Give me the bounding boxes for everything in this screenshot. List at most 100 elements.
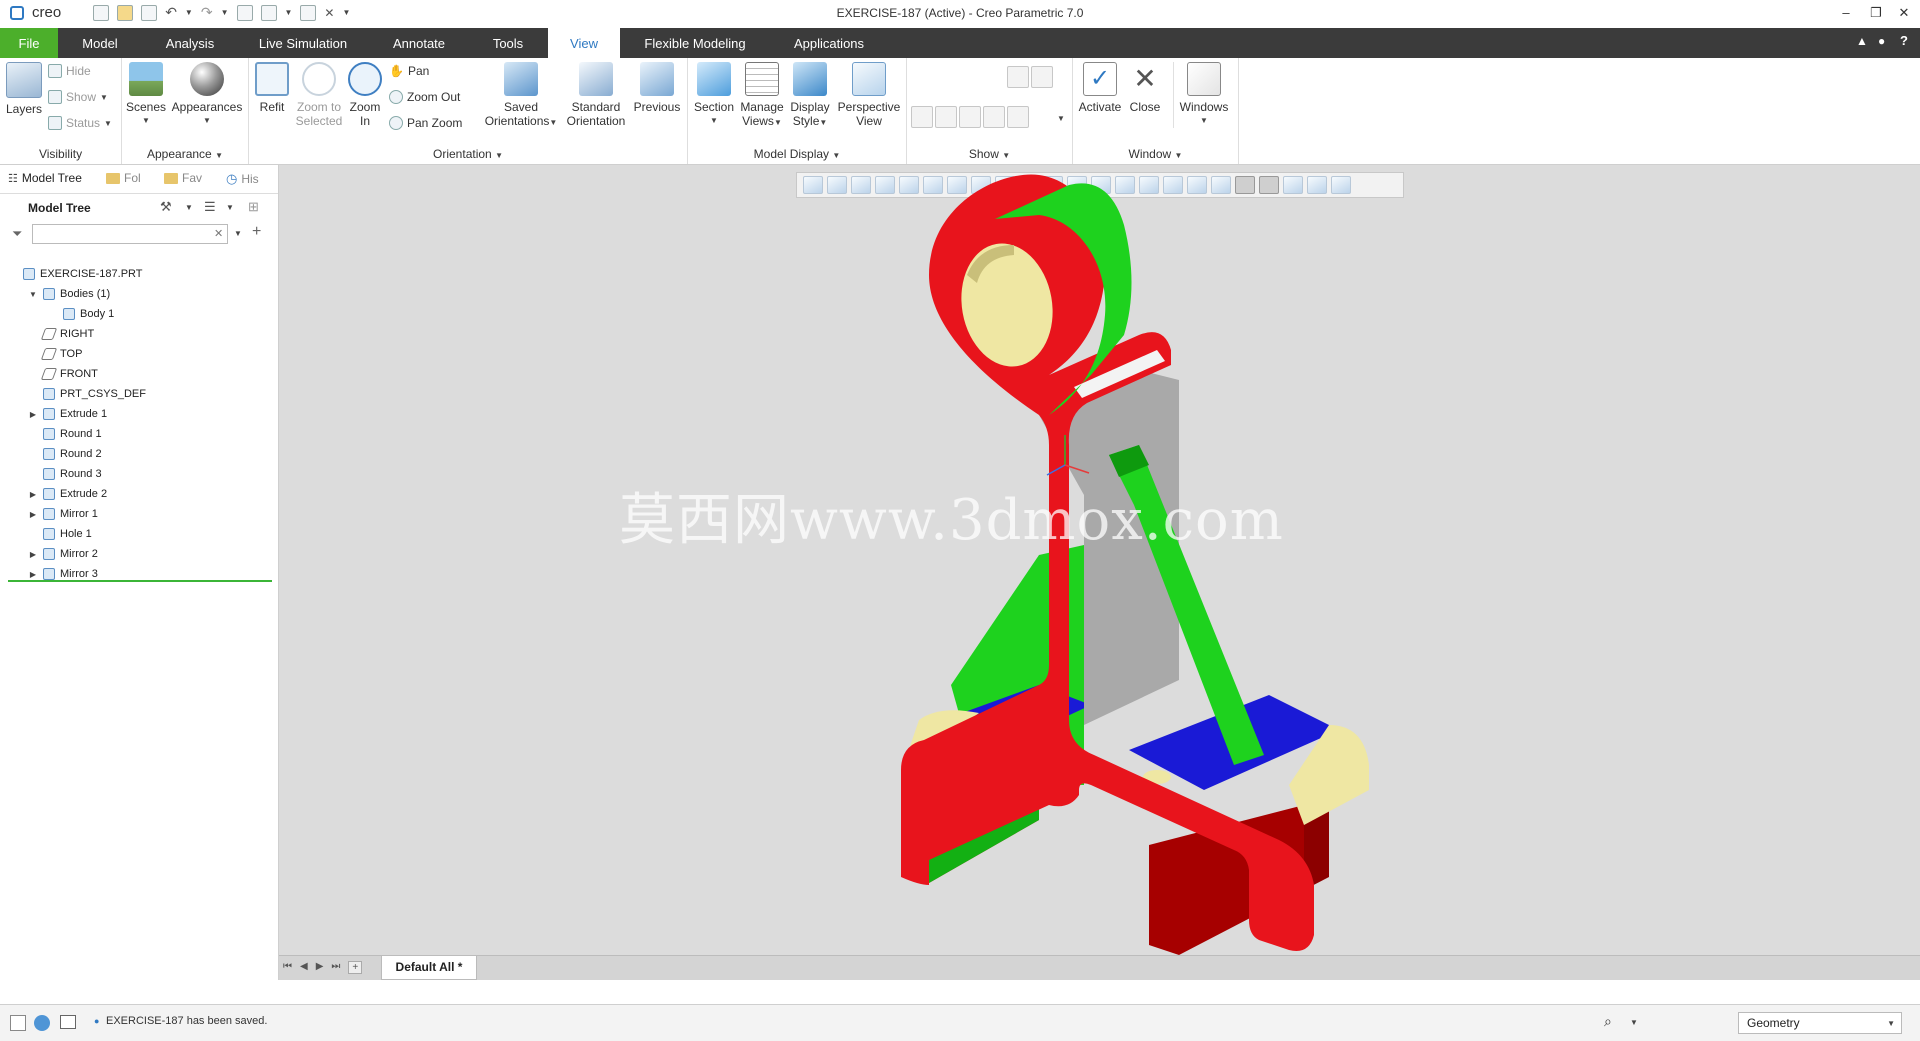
tree-item[interactable]: ▼ Bodies (1)	[28, 285, 110, 303]
show-button[interactable]: Show ▼	[48, 90, 108, 104]
tab-folder-browser[interactable]: Fol	[106, 171, 141, 185]
tree-item[interactable]: ▶ Mirror 1	[28, 505, 98, 523]
tree-item[interactable]: Body 1	[48, 305, 114, 323]
tree-item[interactable]: EXERCISE-187.PRT	[8, 265, 143, 283]
appearances-button[interactable]: Appearances ▼	[170, 62, 244, 128]
tab-live-simulation[interactable]: Live Simulation	[246, 28, 360, 58]
selection-filter-select[interactable]: Geometry ▼	[1738, 1012, 1902, 1034]
saved-orientations-button[interactable]: Saved Orientations▼	[481, 62, 561, 130]
add-tab-icon[interactable]: +	[348, 961, 363, 974]
next-tab-icon[interactable]: ▶	[316, 961, 324, 974]
datum-display-filter-icon[interactable]	[1031, 106, 1053, 128]
tab-flexible-modeling[interactable]: Flexible Modeling	[634, 28, 756, 58]
pan-button[interactable]: ✋ Pan	[389, 64, 429, 78]
windows-icon[interactable]	[260, 4, 277, 21]
group-label-appearance[interactable]: Appearance ▼	[122, 147, 248, 161]
tab-applications[interactable]: Applications	[778, 28, 880, 58]
group-label-orientation[interactable]: Orientation ▼	[249, 147, 687, 161]
windows-dropdown-icon[interactable]: ▼	[285, 8, 293, 17]
expand-icon[interactable]: ▶	[28, 510, 38, 519]
expand-icon[interactable]: ▶	[28, 550, 38, 559]
minimize-icon[interactable]: –	[1836, 5, 1856, 20]
tab-model[interactable]: Model	[66, 28, 134, 58]
switch-window-icon[interactable]	[300, 4, 317, 21]
tree-item[interactable]: Round 1	[28, 425, 102, 443]
perspective-view-button[interactable]: Perspective View	[834, 62, 904, 128]
axis-tag-display-icon[interactable]	[935, 106, 957, 128]
tree-item[interactable]: ▶ Extrude 2	[28, 485, 107, 503]
restore-icon[interactable]: ❐	[1866, 5, 1886, 21]
tab-tools[interactable]: Tools	[478, 28, 538, 58]
tree-search-input[interactable]	[32, 224, 228, 244]
status-button[interactable]: Status ▼	[48, 116, 112, 130]
tab-favorites[interactable]: Fav	[164, 171, 202, 185]
tree-item[interactable]: ▶ Extrude 1	[28, 405, 107, 423]
tree-item[interactable]: ▶ Mirror 2	[28, 545, 98, 563]
previous-button[interactable]: Previous	[631, 62, 683, 114]
clear-search-icon[interactable]: ✕	[214, 227, 223, 240]
tab-history[interactable]: ◷ His	[226, 171, 259, 187]
refit-button[interactable]: Refit	[253, 62, 291, 114]
graphics-window[interactable]: 莫西网www.3dmox.com ⏮ ◀ ▶ ⏭ + Default All *	[279, 165, 1920, 980]
close-button[interactable]: ✕ Close	[1125, 62, 1165, 114]
csys-tag-display-icon[interactable]	[983, 106, 1005, 128]
tab-annotate[interactable]: Annotate	[378, 28, 460, 58]
redo-icon[interactable]: ↷	[201, 4, 213, 21]
windows-button[interactable]: Windows ▼	[1173, 62, 1234, 128]
tree-item[interactable]: RIGHT	[28, 325, 94, 343]
regenerate-icon[interactable]	[236, 4, 253, 21]
manage-views-button[interactable]: Manage Views▼	[738, 62, 786, 130]
tree-columns-icon[interactable]: ⊞	[248, 199, 259, 215]
find-binoculars-icon[interactable]: ⌕	[1604, 1013, 1612, 1030]
point-tag-display-icon[interactable]	[1031, 66, 1053, 88]
tree-settings-icon[interactable]: ⚒	[160, 199, 172, 215]
show-dropdown-icon[interactable]: ▼	[1057, 114, 1065, 123]
csys-display-icon[interactable]	[983, 66, 1005, 88]
scenes-button[interactable]: Scenes ▼	[126, 62, 166, 128]
tree-item[interactable]: PRT_CSYS_DEF	[28, 385, 146, 403]
save-icon[interactable]	[141, 4, 158, 21]
expand-icon[interactable]: ▶	[28, 410, 38, 419]
expand-icon[interactable]: ▶	[28, 490, 38, 499]
tree-item[interactable]: Round 2	[28, 445, 102, 463]
axis-display-icon[interactable]	[935, 66, 957, 88]
standard-orientation-button[interactable]: Standard Orientation	[561, 62, 631, 128]
first-tab-icon[interactable]: ⏮	[283, 961, 292, 974]
last-tab-icon[interactable]: ⏭	[331, 961, 340, 974]
plane-display-icon[interactable]	[911, 66, 933, 88]
filter-icon[interactable]: ⏷	[12, 226, 22, 242]
undo-icon[interactable]: ↶	[165, 4, 177, 21]
fullscreen-icon[interactable]	[60, 1015, 76, 1029]
previous-tab-icon[interactable]: ◀	[300, 961, 308, 974]
help-icon[interactable]: ?	[1900, 33, 1908, 48]
user-icon[interactable]: ●	[1878, 34, 1885, 48]
find-dropdown-icon[interactable]: ▼	[1630, 1018, 1638, 1027]
close-window-icon[interactable]: ✕	[324, 6, 334, 20]
group-label-show[interactable]: Show ▼	[907, 147, 1072, 161]
tab-default-all[interactable]: Default All *	[381, 956, 477, 980]
tree-item[interactable]: TOP	[28, 345, 82, 363]
tree-item[interactable]: Hole 1	[28, 525, 92, 543]
tree-settings-dropdown-icon[interactable]: ▼	[185, 203, 193, 212]
navigator-toggle-icon[interactable]	[10, 1015, 26, 1031]
redo-dropdown-icon[interactable]: ▼	[221, 8, 229, 17]
tree-item[interactable]: FRONT	[28, 365, 98, 383]
show-menu-icon[interactable]: ☰	[204, 199, 216, 215]
annotation-display-icon[interactable]	[911, 106, 933, 128]
layers-button[interactable]: Layers	[4, 62, 44, 116]
tree-item[interactable]: Round 3	[28, 465, 102, 483]
undo-dropdown-icon[interactable]: ▼	[185, 8, 193, 17]
customize-toolbar-icon[interactable]: ▼	[342, 8, 350, 17]
section-button[interactable]: Section ▼	[690, 62, 738, 128]
show-dropdown-icon[interactable]: ▼	[226, 203, 234, 212]
zoom-in-button[interactable]: Zoom In	[347, 62, 383, 128]
zoom-to-selected-button[interactable]: Zoom to Selected	[293, 62, 345, 128]
browser-toggle-icon[interactable]	[34, 1015, 50, 1031]
display-style-button[interactable]: Display Style▼	[786, 62, 834, 130]
plane-tag-display-icon[interactable]	[1007, 66, 1029, 88]
open-folder-icon[interactable]	[117, 4, 134, 21]
add-item-icon[interactable]: +	[252, 223, 261, 241]
zoom-out-button[interactable]: Zoom Out	[389, 90, 460, 104]
pan-zoom-button[interactable]: Pan Zoom	[389, 116, 462, 130]
expand-icon[interactable]: ▶	[28, 570, 38, 579]
